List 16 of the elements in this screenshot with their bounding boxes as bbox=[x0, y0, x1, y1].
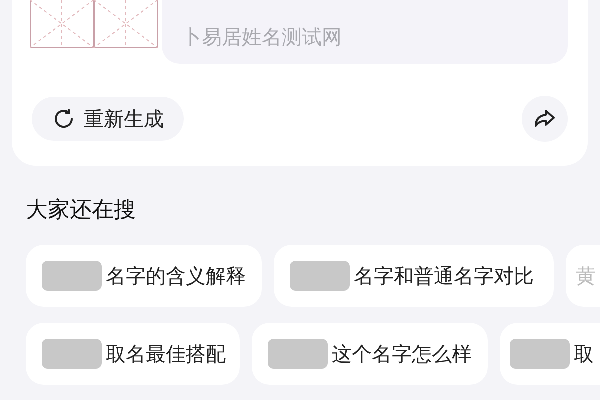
search-suggestion-chip[interactable]: 名字和普通名字对比 bbox=[274, 245, 554, 307]
source-text: 卜易居姓名测试网 bbox=[182, 24, 342, 51]
suggestion-text: 取名最佳搭配 bbox=[106, 341, 226, 368]
suggestion-text: 名字和普通名字对比 bbox=[354, 263, 534, 290]
suggestion-text: 名字的含义解释 bbox=[106, 263, 246, 290]
section-title: 大家还在搜 bbox=[26, 197, 137, 225]
suggestion-text: 取 bbox=[574, 341, 594, 368]
regenerate-button[interactable]: 重新生成 bbox=[32, 97, 184, 141]
search-suggestion-chip[interactable]: 名字的含义解释 bbox=[26, 245, 262, 307]
search-suggestion-chip[interactable]: 取 bbox=[500, 323, 600, 385]
refresh-icon bbox=[52, 107, 76, 131]
suggestion-text: 黄 bbox=[576, 263, 596, 290]
search-suggestion-chip[interactable]: 取名最佳搭配 bbox=[26, 323, 240, 385]
search-suggestion-chip[interactable]: 这个名字怎么样 bbox=[252, 323, 488, 385]
suggestion-text: 这个名字怎么样 bbox=[332, 341, 472, 368]
share-button[interactable] bbox=[522, 96, 568, 142]
